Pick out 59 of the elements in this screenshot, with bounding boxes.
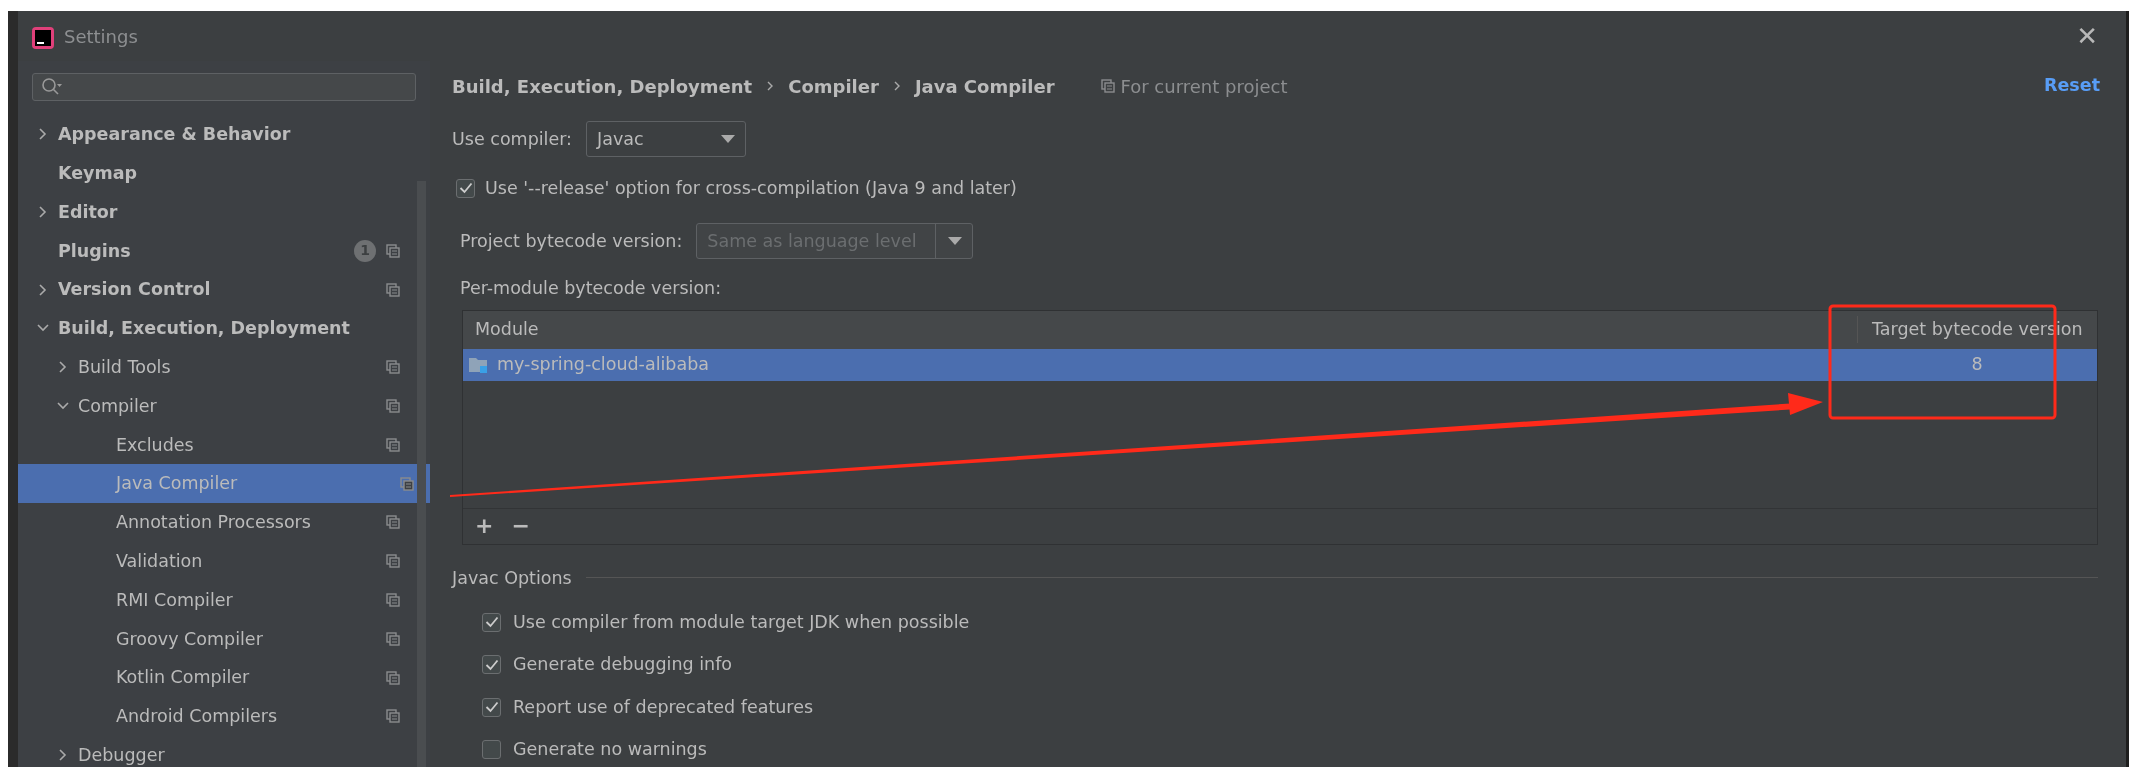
checkbox[interactable] [456,178,475,198]
chevron-icon [766,80,775,92]
app-logo-icon [32,26,54,49]
expand-icon [58,748,68,763]
expand-icon [58,360,68,375]
collapse-icon [36,323,50,334]
sidebar-item[interactable]: Annotation Processors [18,502,416,542]
checkbox[interactable] [482,697,501,717]
sidebar-item[interactable]: Keymap [18,153,416,193]
close-button[interactable]: ✕ [2062,23,2112,49]
column-header: Module [474,318,540,342]
sidebar-item[interactable]: Compiler [18,386,416,426]
expand-icon [38,205,48,219]
sidebar-item[interactable]: Build, Execution, Deployment [18,309,416,348]
scope-note: For current project [1120,74,1288,99]
search-icon [41,77,63,97]
checkbox[interactable] [482,740,501,759]
sidebar-item[interactable]: Validation [18,541,416,581]
compiler-dropdown[interactable]: Javac [586,121,746,157]
breadcrumb-item[interactable]: Compiler [788,72,879,100]
project-scope-icon [1100,79,1115,93]
option-label: Report use of deprecated features [513,695,814,719]
sidebar-item[interactable]: Kotlin Compiler [18,658,416,697]
sidebar-item[interactable]: Editor [18,192,416,232]
chevron-icon [892,80,901,92]
add-button[interactable]: + [475,515,494,537]
option-label: Generate no warnings [513,738,707,762]
sidebar-item[interactable]: Groovy Compiler [18,619,416,659]
sidebar-item[interactable]: Version Control [18,270,416,309]
sidebar-item[interactable]: Android Compilers [18,696,416,736]
breadcrumb-item[interactable]: Build, Execution, Deployment [452,72,753,100]
sidebar-item[interactable]: RMI Compiler [18,580,416,620]
table-cell-text: my-spring-cloud-alibaba [497,353,710,377]
option-label: Generate debugging info [513,653,733,677]
section-title: Javac Options [452,566,572,590]
field-label: Project bytecode version: [460,230,683,254]
module-folder-icon [469,355,489,374]
table-cell-text: 8 [1970,353,1984,377]
collapse-icon [56,400,70,411]
option-label: Use compiler from module target JDK when possible [513,610,970,634]
breadcrumb-item[interactable]: Java Compiler [914,72,1055,100]
checkbox[interactable] [482,655,501,674]
option-label: Use '--release' option for cross-compilation (Java 9 and later) [485,177,1017,200]
dropdown-caret-icon [721,135,735,143]
search-field[interactable] [32,73,416,101]
sidebar-item[interactable]: Excludes [18,425,416,465]
remove-button[interactable]: − [511,515,530,537]
checkbox[interactable] [482,612,501,632]
expand-icon [38,127,48,142]
sidebar-item[interactable]: Appearance & Behavior [18,115,416,154]
reset-link[interactable]: Reset [2038,71,2106,100]
scrollbar[interactable] [417,181,426,767]
sidebar-item[interactable]: Debugger [18,735,416,767]
field-label: Use compiler: [452,127,572,151]
expand-icon [38,282,48,297]
section-label: Per-module bytecode version: [460,277,723,301]
window-title: Settings [64,24,138,49]
sidebar-item[interactable]: Build Tools [18,347,416,387]
dropdown-caret-icon [947,237,962,246]
